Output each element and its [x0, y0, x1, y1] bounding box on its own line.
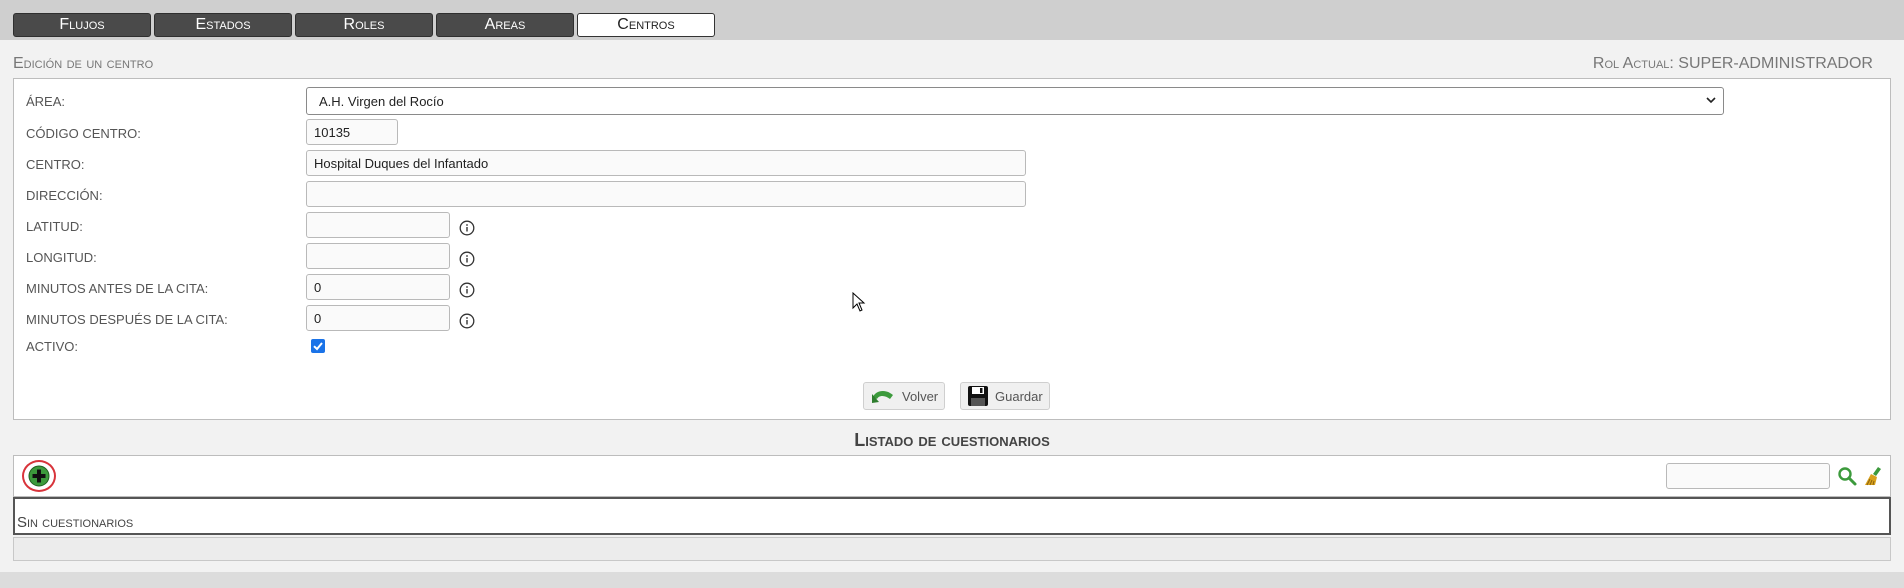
checkmark-icon	[313, 342, 323, 351]
minutos-antes-input[interactable]	[306, 274, 450, 300]
area-label: ÁREA:	[26, 94, 66, 109]
centro-input[interactable]	[306, 150, 1026, 176]
mouse-cursor-icon	[852, 292, 866, 312]
chevron-down-icon	[1706, 97, 1716, 104]
area-select[interactable]: A.H. Virgen del Rocío	[306, 87, 1724, 115]
info-icon[interactable]	[459, 313, 475, 329]
volver-label: Volver	[902, 388, 939, 404]
empty-list-row: Sin cuestionarios	[13, 497, 1891, 535]
tab-centros[interactable]: Centros	[577, 13, 715, 37]
longitud-input[interactable]	[306, 243, 450, 269]
section-title: Edición de un centro	[13, 55, 154, 72]
codigo-centro-label: CÓDIGO CENTRO:	[26, 126, 141, 141]
page-bottom-strip	[0, 572, 1904, 588]
volver-button[interactable]: Volver	[863, 382, 946, 410]
tab-areas[interactable]: Areas	[436, 13, 574, 37]
direccion-input[interactable]	[306, 181, 1026, 207]
questionnaire-list-title: Listado de cuestionarios	[854, 430, 1050, 450]
tab-roles[interactable]: Roles	[295, 13, 433, 37]
add-questionnaire-button[interactable]	[22, 460, 56, 492]
codigo-centro-input[interactable]	[306, 119, 398, 145]
search-icon[interactable]	[1836, 465, 1858, 487]
longitud-label: LONGITUD:	[26, 250, 97, 265]
guardar-button[interactable]: Guardar	[960, 382, 1050, 410]
info-icon[interactable]	[459, 251, 475, 267]
centro-label: CENTRO:	[26, 157, 85, 172]
latitud-label: LATITUD:	[26, 219, 83, 234]
info-icon[interactable]	[459, 282, 475, 298]
area-select-value: A.H. Virgen del Rocío	[319, 93, 444, 109]
minutos-despues-input[interactable]	[306, 305, 450, 331]
activo-label: ACTIVO:	[26, 339, 79, 354]
minutos-antes-label: MINUTOS ANTES DE LA CITA:	[26, 281, 209, 296]
direccion-label: DIRECCIÓN:	[26, 188, 103, 203]
latitud-input[interactable]	[306, 212, 450, 238]
broom-icon[interactable]	[1863, 465, 1885, 487]
tab-bar: Flujos Estados Roles Areas Centros	[0, 0, 1904, 40]
minutos-despues-label: MINUTOS DESPUÉS DE LA CITA:	[26, 312, 228, 327]
list-toolbar	[13, 455, 1891, 497]
tab-flujos[interactable]: Flujos	[13, 13, 151, 37]
list-footer	[13, 537, 1891, 561]
back-arrow-icon	[872, 391, 893, 403]
center-edit-form: ÁREA: A.H. Virgen del Rocío CÓDIGO CENTR…	[13, 78, 1891, 420]
activo-checkbox[interactable]	[311, 339, 325, 353]
empty-list-message: Sin cuestionarios	[17, 514, 134, 531]
info-icon[interactable]	[459, 220, 475, 236]
add-icon	[28, 465, 50, 487]
current-role: Rol Actual: SUPER-ADMINISTRADOR	[1592, 55, 1873, 72]
guardar-label: Guardar	[995, 388, 1043, 404]
floppy-disk-icon	[968, 386, 988, 406]
search-input[interactable]	[1666, 463, 1830, 489]
tab-estados[interactable]: Estados	[154, 13, 292, 37]
